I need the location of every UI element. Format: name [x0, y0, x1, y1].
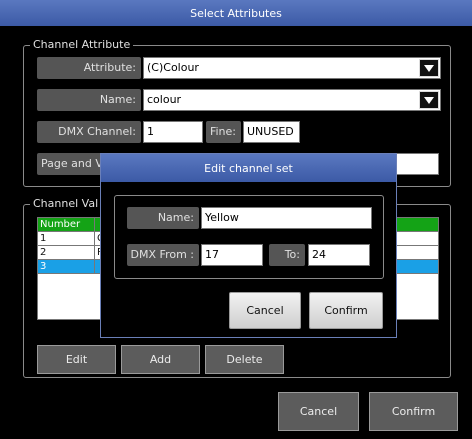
name-label: Name:	[37, 89, 141, 111]
dmx-from-input[interactable]: 17	[201, 244, 263, 266]
footer-cancel-button[interactable]: Cancel	[278, 392, 359, 431]
fine-input[interactable]: UNUSED	[243, 121, 300, 143]
chevron-down-icon[interactable]	[419, 91, 439, 109]
row-number: 1	[37, 231, 95, 246]
dmx-channel-input[interactable]: 1	[143, 121, 203, 143]
channel-values-legend: Channel Val	[30, 197, 102, 211]
add-button[interactable]: Add	[121, 345, 200, 374]
name-value: colour	[147, 93, 182, 106]
dialog-titlebar: Edit channel set	[101, 154, 396, 182]
dialog-title: Edit channel set	[204, 161, 293, 175]
attribute-value: (C)Colour	[147, 61, 199, 74]
dialog-name-input[interactable]: Yellow	[201, 207, 372, 229]
delete-button[interactable]: Delete	[205, 345, 284, 374]
page-input[interactable]	[395, 153, 439, 175]
fine-label: Fine:	[206, 121, 241, 143]
table-header-number: Number	[37, 217, 95, 232]
dmx-from-label: DMX From :	[127, 244, 199, 266]
edit-button[interactable]: Edit	[37, 345, 116, 374]
window-title: Select Attributes	[190, 6, 282, 20]
footer-confirm-button[interactable]: Confirm	[369, 392, 458, 431]
to-label: To:	[269, 244, 305, 266]
dialog-cancel-button[interactable]: Cancel	[229, 292, 301, 329]
attribute-label: Attribute:	[37, 57, 141, 79]
window-titlebar: Select Attributes	[0, 0, 472, 26]
dialog-confirm-button[interactable]: Confirm	[309, 292, 383, 329]
dmx-channel-label: DMX Channel:	[37, 121, 141, 143]
channel-attribute-legend: Channel Attribute	[30, 38, 134, 52]
to-input[interactable]: 24	[308, 244, 370, 266]
row-number: 3	[37, 259, 95, 274]
attribute-dropdown[interactable]: (C)Colour	[143, 57, 441, 79]
name-dropdown[interactable]: colour	[143, 89, 441, 111]
chevron-down-icon[interactable]	[419, 59, 439, 77]
edit-channel-set-dialog: Edit channel set Name: Yellow DMX From :…	[100, 153, 397, 338]
dialog-name-label: Name:	[127, 207, 199, 229]
row-number: 2	[37, 245, 95, 260]
